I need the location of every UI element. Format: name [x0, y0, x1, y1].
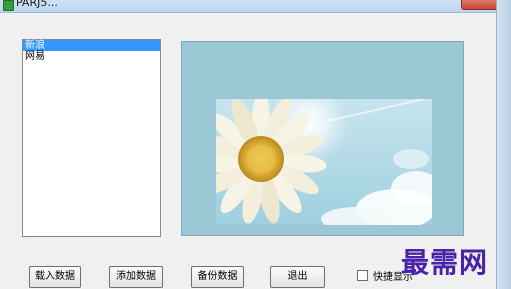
window-title: PARJ5...: [16, 0, 58, 9]
app-icon: [3, 0, 14, 11]
watermark-text: 最需网: [401, 246, 489, 279]
load-data-button[interactable]: 载入数据: [29, 266, 81, 288]
add-data-button[interactable]: 添加数据: [109, 266, 163, 288]
list-item[interactable]: 新浪: [23, 40, 160, 51]
list-item[interactable]: 网易: [23, 51, 160, 62]
picture-box: [181, 41, 464, 236]
daisy-photo-image: [216, 99, 432, 225]
exit-button[interactable]: 退出: [270, 266, 325, 288]
checkbox-box[interactable]: [357, 269, 368, 281]
title-bar: PARJ5...: [0, 0, 511, 13]
site-listbox[interactable]: 新浪 网易: [22, 39, 161, 237]
backup-data-button[interactable]: 备份数据: [191, 266, 244, 288]
window-right-edge: [496, 0, 511, 289]
